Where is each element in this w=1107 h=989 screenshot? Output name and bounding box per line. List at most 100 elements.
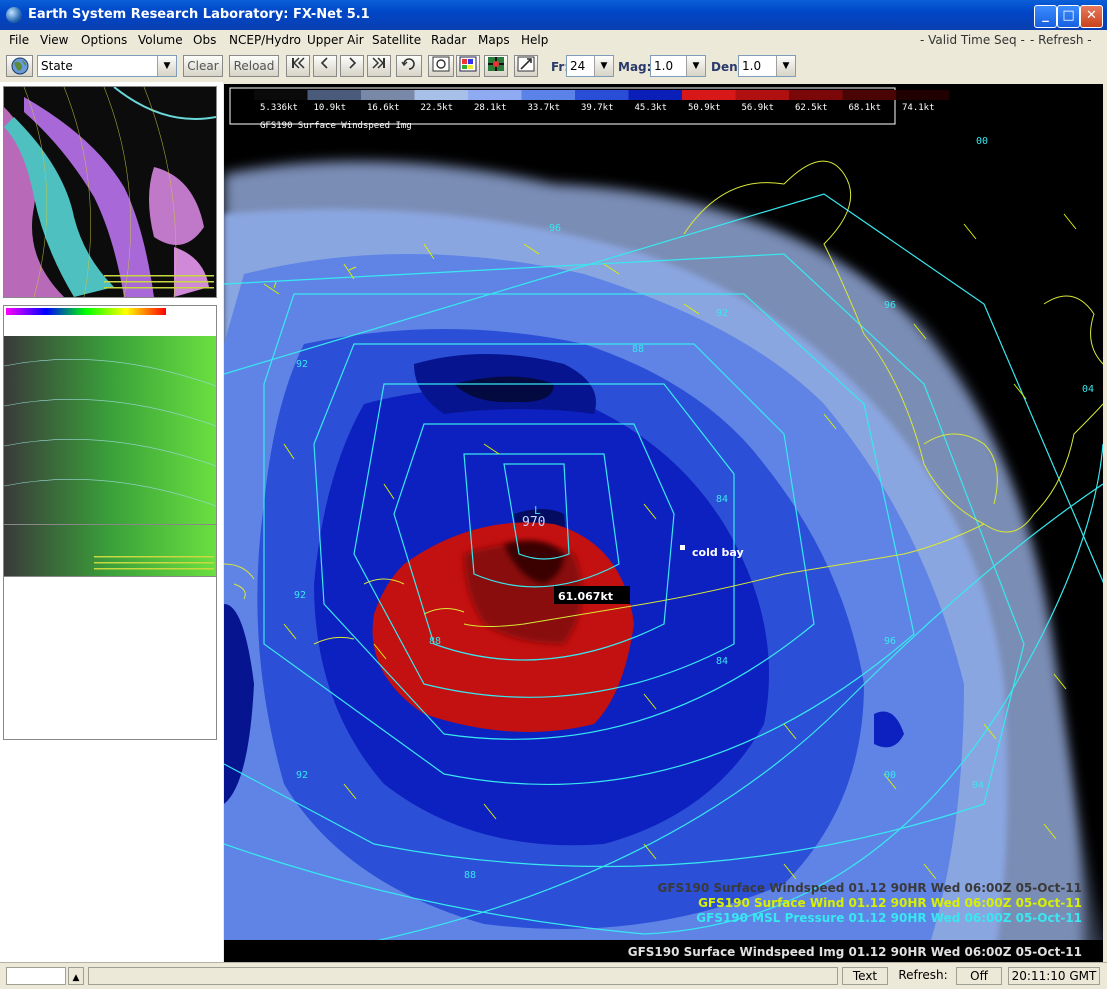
colorbar-tick-label: 56.9kt	[742, 103, 775, 113]
status-input-field[interactable]	[6, 967, 66, 985]
refresh-toggle[interactable]: - Refresh -	[1030, 33, 1092, 47]
clock: 20:11:10 GMT	[1008, 967, 1100, 985]
isobar-label: 00	[884, 770, 896, 781]
den-value: 1.0	[742, 59, 762, 73]
close-button[interactable]: ✕	[1080, 5, 1103, 28]
menu-view[interactable]: View	[40, 33, 68, 47]
zoom-icon	[517, 56, 535, 72]
menu-maps[interactable]: Maps	[478, 33, 510, 47]
isobar-label: 04	[972, 780, 984, 791]
chevron-up-icon: ▲	[72, 973, 80, 983]
colorbar-tick-label: 50.9kt	[688, 103, 721, 113]
windspeed-map: 96 92 88 84 88 92 96 00 04 92 88 84 96 9…	[224, 84, 1103, 962]
isobar-label: 96	[884, 300, 896, 311]
colorbar-swatch	[307, 90, 361, 100]
menu-obs[interactable]: Obs	[193, 33, 216, 47]
mag-value: 1.0	[654, 59, 674, 73]
colorbar-swatch	[361, 90, 415, 100]
colorbar-tick-label: 16.6kt	[367, 103, 400, 113]
station-label: cold bay	[692, 546, 744, 559]
menu-file[interactable]: File	[9, 33, 29, 47]
globe-button[interactable]	[6, 55, 33, 77]
isobar-label: 92	[296, 770, 308, 781]
scale-select[interactable]: State ▼	[37, 55, 177, 77]
isobar-label: 92	[716, 308, 728, 319]
loop-icon	[401, 58, 415, 70]
menu-ncep-hydro[interactable]: NCEP/Hydro	[229, 33, 301, 47]
text-button[interactable]: Text	[842, 967, 888, 985]
thumbnail-1-image	[4, 87, 216, 297]
minimize-button[interactable]: _	[1034, 5, 1057, 28]
first-frame-button[interactable]	[286, 55, 310, 77]
colorbar-swatch	[735, 90, 789, 100]
isobar-label: 88	[464, 870, 476, 881]
refresh-status-value[interactable]: Off	[956, 967, 1002, 985]
sample-readout: 61.067kt	[558, 590, 613, 603]
prev-frame-button[interactable]	[313, 55, 337, 77]
menu-satellite[interactable]: Satellite	[372, 33, 421, 47]
last-frame-icon	[372, 57, 385, 69]
menu-bar: File View Options Volume Obs NCEP/Hydro …	[0, 30, 1107, 52]
den-select[interactable]: 1.0 ▼	[738, 55, 796, 77]
colorbar-swatch	[896, 90, 950, 100]
status-arrow-button[interactable]: ▲	[68, 967, 84, 985]
map-bottom-label: GFS190 Surface Windspeed Img 01.12 90HR …	[628, 945, 1082, 959]
colorbar-tick-label: 68.1kt	[849, 103, 882, 113]
colorbar-tick-label: 33.7kt	[528, 103, 561, 113]
last-frame-button[interactable]	[367, 55, 391, 77]
menu-help[interactable]: Help	[521, 33, 548, 47]
colorbar-caption: GFS190 Surface Windspeed Img	[260, 121, 412, 131]
thumbnail-panel	[0, 82, 223, 962]
isobar-label: 92	[294, 590, 306, 601]
isobar-label: 92	[296, 359, 308, 370]
next-frame-icon	[349, 57, 357, 69]
menu-volume[interactable]: Volume	[138, 33, 183, 47]
thumbnail-1[interactable]	[3, 86, 217, 298]
colorbar-swatch	[468, 90, 522, 100]
thumbnail-3[interactable]	[3, 524, 217, 740]
sample-icon	[488, 57, 504, 71]
isobar-label: 88	[429, 636, 441, 647]
station-marker	[680, 545, 685, 550]
colorbar-tick-label: 22.5kt	[421, 103, 454, 113]
colorbar-tick-label: 62.5kt	[795, 103, 828, 113]
sample-button[interactable]	[484, 55, 508, 77]
isobar-label: 96	[884, 636, 896, 647]
maximize-button[interactable]: □	[1057, 5, 1080, 28]
colorbar-swatch	[575, 90, 629, 100]
loop-button[interactable]	[396, 55, 422, 77]
app-globe-icon	[6, 7, 22, 23]
frame-count-value: 24	[570, 59, 586, 73]
colorbar-tick-label: 45.3kt	[635, 103, 668, 113]
menu-upper-air[interactable]: Upper Air	[307, 33, 364, 47]
window-title: Earth System Research Laboratory: FX-Net…	[28, 7, 370, 22]
title-bar: Earth System Research Laboratory: FX-Net…	[0, 0, 1107, 30]
image-palette-icon	[459, 56, 477, 72]
isobar-label: 96	[549, 223, 561, 234]
low-center-pressure: 970	[522, 515, 545, 530]
colorbar-tick-label: 74.1kt	[902, 103, 935, 113]
mag-select[interactable]: 1.0 ▼	[650, 55, 706, 77]
clear-button[interactable]: Clear	[183, 55, 223, 77]
status-message-area	[88, 967, 838, 985]
colorbar-swatch	[682, 90, 736, 100]
main-map-view[interactable]: 96 92 88 84 88 92 96 00 04 92 88 84 96 9…	[224, 84, 1103, 962]
valid-time-seq-toggle[interactable]: - Valid Time Seq -	[920, 33, 1025, 47]
menu-options[interactable]: Options	[81, 33, 127, 47]
frame-count-select[interactable]: 24 ▼	[566, 55, 614, 77]
next-frame-button[interactable]	[340, 55, 364, 77]
menu-radar[interactable]: Radar	[431, 33, 466, 47]
colorbar-swatch	[628, 90, 682, 100]
colorbar-tick-label: 5.336kt	[260, 103, 298, 113]
colorbar-swatch	[254, 90, 308, 100]
image-palette-button[interactable]	[456, 55, 480, 77]
loop-toggle-button[interactable]	[428, 55, 454, 77]
first-frame-icon	[292, 57, 305, 69]
reload-button[interactable]: Reload	[229, 55, 279, 77]
scale-select-value: State	[41, 59, 73, 73]
colorbar-swatch	[789, 90, 843, 100]
zoom-button[interactable]	[514, 55, 538, 77]
loop-toggle-icon	[432, 56, 450, 72]
colorbar-tick-label: 39.7kt	[581, 103, 614, 113]
prev-frame-icon	[320, 57, 328, 69]
